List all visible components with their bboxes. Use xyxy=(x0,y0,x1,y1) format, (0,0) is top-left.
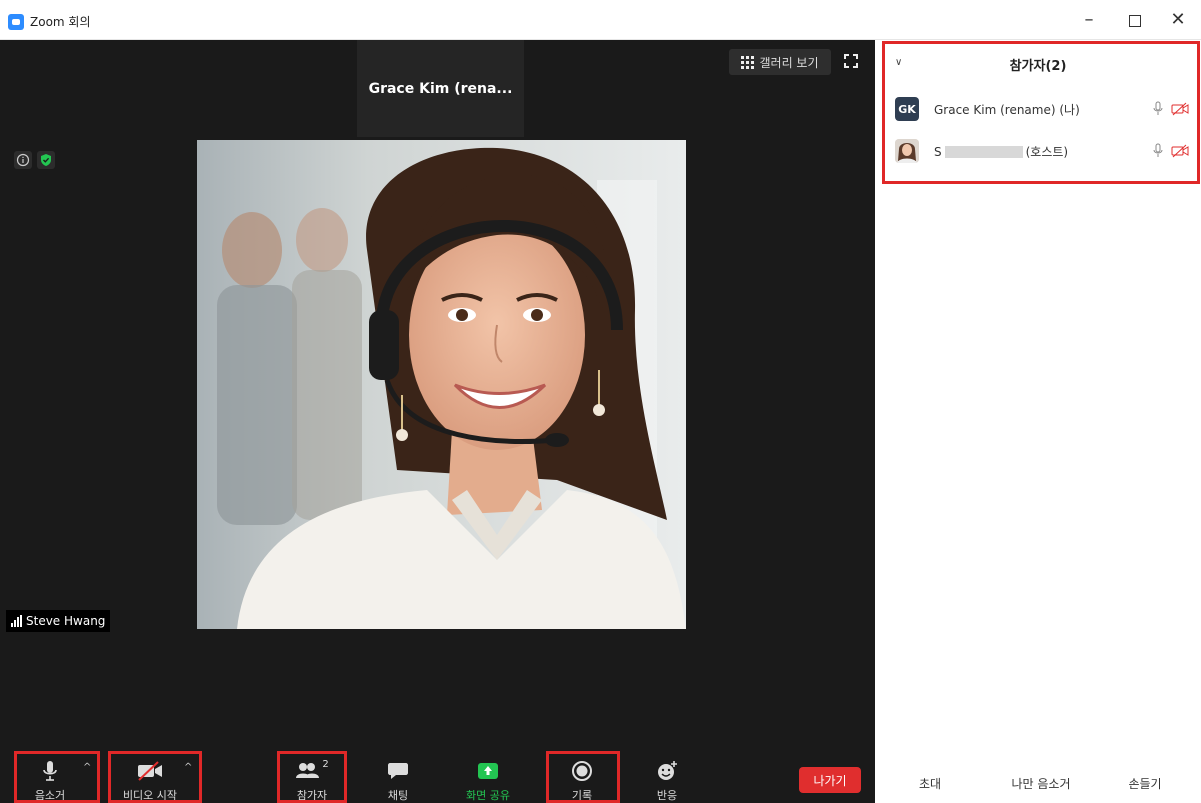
mute-button[interactable]: 음소거 xyxy=(22,753,78,803)
window-title: Zoom 회의 xyxy=(30,15,91,29)
video-name-tag: Steve Hwang xyxy=(6,610,111,632)
chat-button[interactable]: 채팅 xyxy=(375,753,421,803)
record-icon xyxy=(571,759,593,783)
active-speaker-tile: Grace Kim (rena... xyxy=(357,40,524,137)
mute-label: 음소거 xyxy=(34,789,66,802)
avatar-initials: GK xyxy=(895,97,919,121)
reactions-label: 반응 xyxy=(656,789,678,802)
participant-name-prefix: S xyxy=(934,144,942,159)
share-screen-icon xyxy=(477,759,499,783)
gallery-view-button[interactable]: 갤러리 보기 xyxy=(729,49,831,75)
participants-label: 참가자 xyxy=(296,789,328,802)
maximize-button[interactable] xyxy=(1112,9,1158,33)
participant-row[interactable]: GK Grace Kim (rename) (나) xyxy=(875,91,1201,127)
security-shield-icon[interactable] xyxy=(37,151,55,169)
title-bar: Zoom 회의 – ✕ xyxy=(0,0,1201,40)
video-name-label: Steve Hwang xyxy=(26,614,106,628)
reactions-button[interactable]: 반응 xyxy=(645,753,689,803)
chat-icon xyxy=(387,759,409,783)
grid-icon xyxy=(741,55,755,69)
video-off-icon[interactable] xyxy=(1171,102,1189,116)
participant-video xyxy=(197,140,686,629)
meeting-info-icon[interactable] xyxy=(14,151,32,169)
start-video-label: 비디오 시작 xyxy=(122,789,178,802)
panel-title: 참가자(2) xyxy=(1009,59,1067,74)
share-screen-button[interactable]: 화면 공유 xyxy=(455,753,521,803)
microphone-icon xyxy=(42,759,58,783)
close-button[interactable]: ✕ xyxy=(1155,9,1201,33)
fullscreen-icon[interactable] xyxy=(843,53,859,69)
active-speaker-name: Grace Kim (rena... xyxy=(368,80,513,97)
participants-icon: 2 xyxy=(295,758,329,783)
video-off-icon xyxy=(136,759,164,783)
avatar-photo xyxy=(895,139,919,163)
signal-icon xyxy=(11,615,22,627)
audio-options-caret-icon[interactable]: ^ xyxy=(83,762,91,773)
participant-name: Grace Kim (rename) (나) xyxy=(934,102,1080,117)
mute-me-button[interactable]: 나만 음소거 xyxy=(993,772,1089,794)
redacted-name-blur xyxy=(944,146,1023,158)
share-screen-label: 화면 공유 xyxy=(466,789,510,802)
participants-panel: ∨ 참가자(2) GK Grace Kim (rename) (나) S (호스트… xyxy=(875,40,1201,803)
participant-name: S (호스트) xyxy=(934,143,1068,160)
raise-hand-button[interactable]: 손들기 xyxy=(1119,772,1171,794)
video-off-icon[interactable] xyxy=(1171,144,1189,158)
chat-label: 채팅 xyxy=(387,789,409,802)
meeting-area: 갤러리 보기 Grace Kim (rena... Steve Hwang 음소… xyxy=(0,40,875,803)
start-video-button[interactable]: 비디오 시작 xyxy=(115,753,185,803)
record-button[interactable]: 기록 xyxy=(553,753,611,803)
reaction-smiley-icon xyxy=(656,759,678,783)
zoom-app-icon xyxy=(8,14,24,30)
leave-button[interactable]: 나가기 xyxy=(799,767,861,793)
invite-button[interactable]: 초대 xyxy=(911,772,949,794)
participants-button[interactable]: 2 참가자 xyxy=(281,753,343,803)
microphone-icon[interactable] xyxy=(1152,143,1164,159)
participant-host-suffix: (호스트) xyxy=(1025,144,1069,159)
participant-row[interactable]: S (호스트) xyxy=(875,133,1201,169)
record-label: 기록 xyxy=(571,789,593,802)
participants-count: 2 xyxy=(322,758,329,770)
video-options-caret-icon[interactable]: ^ xyxy=(184,762,192,773)
minimize-button[interactable]: – xyxy=(1066,9,1112,33)
microphone-icon[interactable] xyxy=(1152,101,1164,117)
gallery-view-label: 갤러리 보기 xyxy=(759,55,819,70)
video-frame xyxy=(197,140,686,629)
